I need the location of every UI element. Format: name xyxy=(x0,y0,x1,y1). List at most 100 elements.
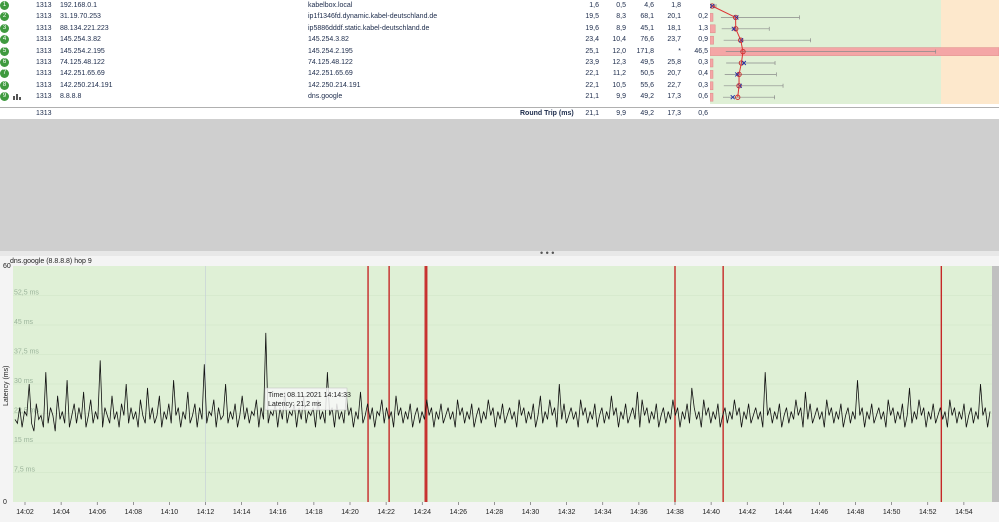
summary-avg: 21,1 xyxy=(585,110,599,117)
hop-min: 9,9 xyxy=(616,93,626,101)
x-tick-label: 14:54 xyxy=(955,509,973,516)
y-axis-label: Latency (ms) xyxy=(3,366,10,406)
hop-min: 0,5 xyxy=(616,2,626,9)
hop-min: 12,0 xyxy=(612,47,626,55)
hop-hostname: dns.google xyxy=(308,93,343,101)
hop-cur: 1,8 xyxy=(671,2,681,9)
hop-avg: 22,1 xyxy=(585,81,599,89)
hop-ip: 192.168.0.1 xyxy=(60,2,97,9)
hop-avg: 23,4 xyxy=(585,36,599,44)
hop-avg: 19,5 xyxy=(585,13,599,21)
hop-min: 8,9 xyxy=(616,24,626,32)
x-tick-label: 14:28 xyxy=(486,509,504,516)
hop-avg: 21,1 xyxy=(585,93,599,101)
x-tick-label: 14:06 xyxy=(88,509,106,516)
x-tick-label: 14:48 xyxy=(847,509,865,516)
hop-number: 9 xyxy=(0,92,9,102)
hop-hostname: ip1f1346fd.dynamic.kabel-deutschland.de xyxy=(308,13,438,21)
x-tick-label: 14:38 xyxy=(666,509,684,516)
x-tick-label: 14:04 xyxy=(52,509,70,516)
hop-number: 4 xyxy=(0,35,9,45)
hop-pl: 0,6 xyxy=(698,93,708,101)
hop-max: 171,8 xyxy=(636,47,654,55)
hop-pl: 0,9 xyxy=(698,36,708,44)
hop-cur: 20,7 xyxy=(667,70,681,78)
chart-scrollbar[interactable] xyxy=(992,266,999,502)
packet-loss-bar xyxy=(710,35,714,45)
hop-hostname: 74.125.48.122 xyxy=(308,59,353,66)
hop-hostname: 145.254.2.195 xyxy=(308,47,353,55)
summary-min: 9,9 xyxy=(616,110,626,117)
hop-count: 1313 xyxy=(36,81,52,89)
packet-loss-bar xyxy=(710,24,716,34)
hop-count: 1313 xyxy=(36,13,52,21)
hop-count: 1313 xyxy=(36,47,52,55)
hop-avg: 25,1 xyxy=(585,47,599,55)
chart-title: dns.google (8.8.8.8) hop 9 xyxy=(10,258,92,265)
x-tick-label: 14:16 xyxy=(269,509,287,516)
packet-loss-bar xyxy=(710,70,714,79)
hop-cur: 17,3 xyxy=(667,93,681,101)
hop-number: 2 xyxy=(0,12,9,22)
hop-avg: 19,6 xyxy=(585,24,599,32)
hop-table: 1 1313 192.168.0.1 kabelbox.local 1,6 0,5 4,6 1… xyxy=(0,0,999,108)
hop-avg: 22,1 xyxy=(585,70,599,78)
summary-pl: 0,6 xyxy=(698,110,708,117)
hop-cur: 22,7 xyxy=(667,81,681,89)
x-tick-label: 14:12 xyxy=(197,509,215,516)
summary-count: 1313 xyxy=(36,110,52,117)
hop-number: 7 xyxy=(0,69,9,79)
x-tick-label: 14:18 xyxy=(305,509,323,516)
latency-chart-panel: 0 7,5 ms 15 ms 22,5 ms 30 ms 37,5 ms 45 ms 52,5… xyxy=(0,256,999,522)
hop-count: 1313 xyxy=(36,70,52,78)
empty-area xyxy=(0,119,999,251)
packet-loss-bar xyxy=(710,58,714,68)
hop-max: 55,6 xyxy=(640,81,654,89)
hop-count: 1313 xyxy=(36,93,52,101)
hop-number: 3 xyxy=(0,23,9,33)
hop-count: 1313 xyxy=(36,36,52,44)
hop-ip: 142.251.65.69 xyxy=(60,70,105,78)
y-tick-label: 0 xyxy=(3,499,7,506)
summary-label: Round Trip (ms) xyxy=(520,110,574,117)
hop-max: 68,1 xyxy=(640,13,654,21)
tooltip-latency: Latency: 21,2 ms xyxy=(268,401,322,408)
x-tick-label: 14:30 xyxy=(522,509,540,516)
x-tick-label: 14:22 xyxy=(377,509,395,516)
hop-ip: 8.8.8.8 xyxy=(60,93,82,101)
hop-hostname: ip5886dddf.static.kabel-deutschland.de xyxy=(308,24,430,32)
x-tick-label: 14:44 xyxy=(775,509,793,516)
chart-bars-icon[interactable] xyxy=(13,93,21,104)
x-tick-label: 14:14 xyxy=(233,509,251,516)
x-tick-label: 14:20 xyxy=(341,509,359,516)
hop-hostname: 142.250.214.191 xyxy=(308,81,361,89)
packet-loss-bar xyxy=(710,13,714,22)
y-tick-label: 30 ms xyxy=(14,378,34,385)
hop-max: 49,5 xyxy=(640,59,654,66)
hop-pl: 0,4 xyxy=(698,70,708,78)
hop-pl: 0,3 xyxy=(698,81,708,89)
x-tick-label: 14:34 xyxy=(594,509,612,516)
hop-ip: 74.125.48.122 xyxy=(60,59,105,66)
latency-chart[interactable]: 07,5 ms15 ms22,5 ms30 ms37,5 ms45 ms52,5… xyxy=(0,256,999,522)
hop-count: 1313 xyxy=(36,59,52,66)
x-tick-label: 14:50 xyxy=(883,509,901,516)
hop-pl: 1,3 xyxy=(698,24,708,32)
y-tick-label: 15 ms xyxy=(14,437,34,444)
packet-loss-bar xyxy=(710,92,714,102)
hop-count: 1313 xyxy=(36,24,52,32)
hop-hostname: kabelbox.local xyxy=(308,2,353,9)
x-tick-label: 14:24 xyxy=(413,509,431,516)
hop-min: 11,2 xyxy=(612,70,626,78)
hop-count: 1313 xyxy=(36,2,52,9)
hop-avg: 1,6 xyxy=(589,2,599,9)
y-tick-label: 52,5 ms xyxy=(14,290,39,297)
hop-min: 10,4 xyxy=(612,36,626,44)
hop-hostname: 142.251.65.69 xyxy=(308,70,353,78)
hop-ip: 142.250.214.191 xyxy=(60,81,113,89)
hop-latency-graph xyxy=(710,0,999,104)
hop-number: 1 xyxy=(0,1,9,10)
x-tick-label: 14:10 xyxy=(161,509,179,516)
x-tick-label: 14:40 xyxy=(702,509,720,516)
x-tick-label: 14:26 xyxy=(450,509,468,516)
